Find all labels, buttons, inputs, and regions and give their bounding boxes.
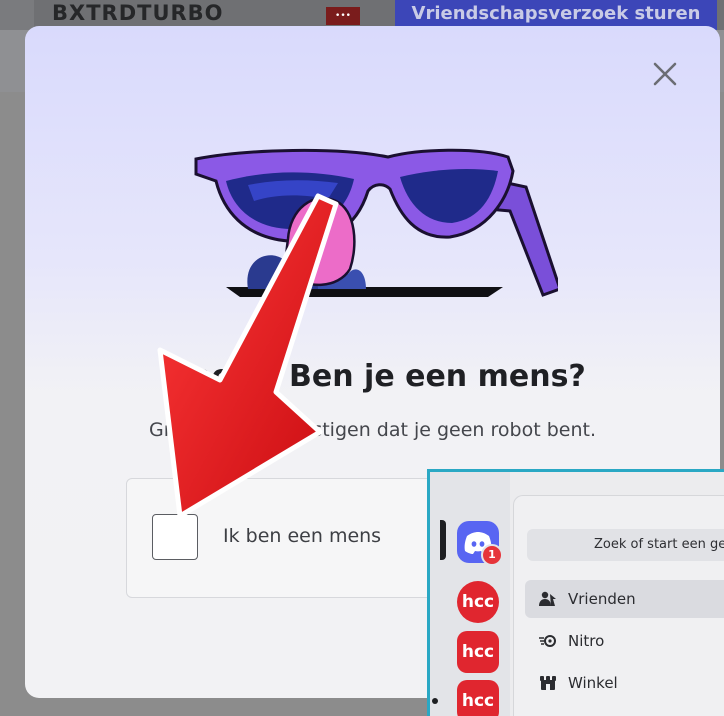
modal-title: Wacht! Ben je een mens? xyxy=(159,359,586,394)
discord-window: 1 hcc hcc hcc Zoek of start een gesprek … xyxy=(427,469,724,716)
close-icon[interactable] xyxy=(649,58,681,90)
username-label: BXTRDTURBO xyxy=(52,1,224,25)
server-hcc-3[interactable]: hcc xyxy=(457,680,499,716)
nav-label-shop: Winkel xyxy=(568,674,618,692)
header-left-block xyxy=(0,0,34,30)
server-hcc-1[interactable]: hcc xyxy=(457,581,499,623)
more-button[interactable]: ••• xyxy=(326,7,360,25)
nav-item-friends[interactable]: Vrienden xyxy=(525,580,724,618)
server-hcc-drones[interactable]: hcc xyxy=(457,631,499,673)
nav-label-nitro: Nitro xyxy=(568,632,605,650)
glasses-nose-illustration xyxy=(194,148,558,297)
notification-badge: 1 xyxy=(481,544,503,566)
human-checkbox-label: Ik ben een mens xyxy=(223,525,382,547)
nav-label-friends: Vrienden xyxy=(568,590,636,608)
nitro-icon xyxy=(539,635,556,647)
friends-icon xyxy=(539,591,556,606)
unread-dot xyxy=(432,698,438,704)
search-input[interactable]: Zoek of start een gesprek xyxy=(527,529,724,561)
close-button[interactable] xyxy=(649,58,681,90)
modal-subtitle: Graag even bevestigen dat je geen robot … xyxy=(149,419,596,441)
shop-icon xyxy=(540,676,556,690)
selected-server-indicator xyxy=(440,520,446,560)
nav-item-nitro[interactable]: Nitro xyxy=(525,622,724,660)
human-checkbox[interactable] xyxy=(152,514,198,560)
nav-item-shop[interactable]: Winkel xyxy=(525,664,724,702)
